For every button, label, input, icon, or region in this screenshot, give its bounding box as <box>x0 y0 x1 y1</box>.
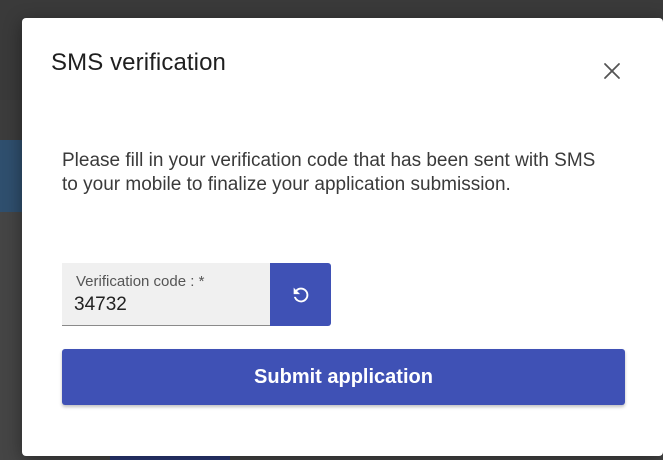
dialog-title: SMS verification <box>51 49 226 76</box>
instructions-text: Please fill in your verification code th… <box>62 150 596 195</box>
verification-code-field[interactable]: Verification code : * <box>62 263 270 326</box>
verification-code-label: Verification code : * <box>76 273 205 290</box>
close-button[interactable] <box>597 56 627 86</box>
resend-code-button[interactable] <box>270 263 331 326</box>
submit-application-button[interactable]: Submit application <box>62 349 625 405</box>
sms-verification-dialog: SMS verification Please fill in your ver… <box>22 18 663 456</box>
verification-code-input[interactable] <box>74 293 254 317</box>
close-icon <box>604 63 620 79</box>
refresh-icon <box>293 287 308 302</box>
